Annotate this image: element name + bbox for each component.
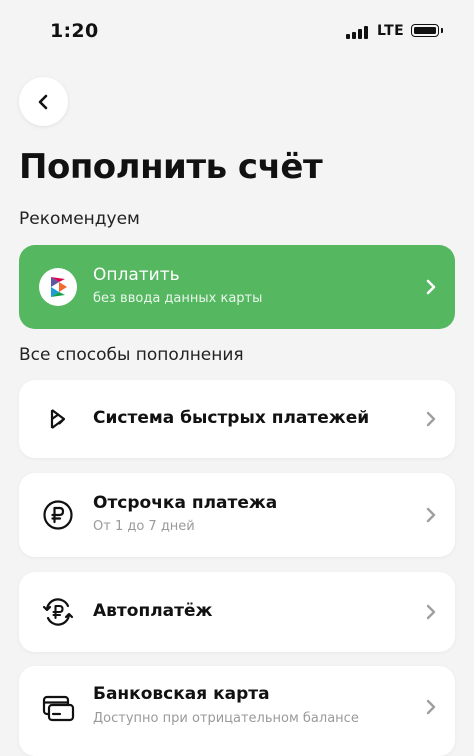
page-title: Пополнить счёт bbox=[19, 147, 323, 187]
chevron-right-icon bbox=[426, 411, 436, 427]
chevron-right-icon bbox=[426, 604, 436, 620]
chevron-right-icon bbox=[426, 279, 436, 295]
pay-without-card-button[interactable]: Оплатить без ввода данных карты bbox=[19, 245, 455, 329]
sbp-method-button[interactable]: Система быстрых платежей bbox=[19, 380, 455, 458]
bank-card-button[interactable]: Банковская карта Доступно при отрицатель… bbox=[19, 666, 455, 756]
method-subtitle: Доступно при отрицательном балансе bbox=[93, 711, 359, 726]
chevron-right-icon bbox=[426, 507, 436, 523]
all-methods-section-label: Все способы пополнения bbox=[19, 345, 244, 365]
auto-pay-icon bbox=[39, 593, 77, 631]
recommended-title: Оплатить bbox=[93, 265, 180, 285]
deferred-payment-button[interactable]: Отсрочка платежа От 1 до 7 дней bbox=[19, 473, 455, 557]
method-subtitle: От 1 до 7 дней bbox=[93, 519, 195, 534]
method-title: Банковская карта bbox=[93, 684, 270, 704]
bank-card-icon bbox=[39, 689, 77, 727]
sbp-icon bbox=[39, 400, 77, 438]
signal-icon bbox=[346, 26, 368, 39]
back-button[interactable] bbox=[19, 77, 68, 126]
chevron-left-icon bbox=[38, 94, 47, 109]
autopay-button[interactable]: Автоплатёж bbox=[19, 572, 455, 652]
sbp-logo-icon bbox=[39, 268, 77, 306]
battery-icon bbox=[411, 24, 443, 37]
method-title: Отсрочка платежа bbox=[93, 493, 278, 513]
network-type: LTE bbox=[377, 23, 405, 39]
method-title: Система быстрых платежей bbox=[93, 408, 370, 428]
chevron-right-icon bbox=[426, 699, 436, 715]
recommended-section-label: Рекомендуем bbox=[19, 209, 140, 229]
ruble-circle-icon bbox=[39, 496, 77, 534]
method-title: Автоплатёж bbox=[93, 601, 213, 621]
recommended-subtitle: без ввода данных карты bbox=[93, 291, 263, 306]
status-bar: 1:20 LTE bbox=[0, 0, 474, 62]
status-time: 1:20 bbox=[50, 20, 99, 42]
